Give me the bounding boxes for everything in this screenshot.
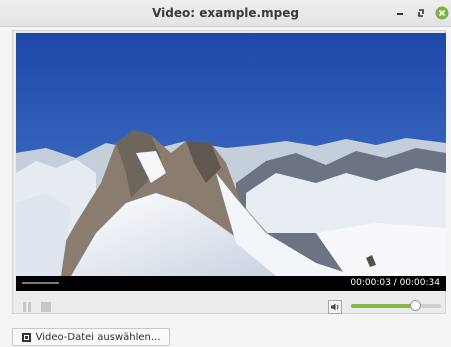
restore-button[interactable] [413, 5, 429, 21]
close-button[interactable] [434, 5, 450, 21]
select-video-file-button[interactable]: Video-Datei auswählen... [12, 328, 170, 346]
pause-button[interactable] [20, 299, 34, 313]
volume-slider[interactable] [351, 300, 441, 311]
stop-button[interactable] [39, 299, 53, 313]
video-frame-image [16, 33, 446, 276]
select-video-file-label: Video-Datei auswählen... [35, 331, 161, 343]
video-display[interactable] [16, 33, 446, 276]
speaker-icon [328, 300, 342, 314]
time-display: 00:00:03 / 00:00:34 [350, 278, 440, 288]
close-icon [435, 6, 449, 20]
window-titlebar[interactable]: Video: example.mpeg [0, 0, 451, 27]
stop-icon [41, 302, 51, 312]
minimize-button[interactable] [392, 5, 408, 21]
restore-icon [418, 9, 424, 17]
minimize-icon [397, 13, 403, 15]
pause-icon [23, 302, 31, 312]
video-status-bar: 00:00:03 / 00:00:34 [16, 276, 446, 291]
volume-slider-fill [351, 304, 416, 308]
file-icon [21, 332, 31, 342]
mute-button[interactable] [328, 299, 342, 314]
seek-bar[interactable] [22, 282, 59, 284]
window-title: Video: example.mpeg [152, 6, 299, 20]
